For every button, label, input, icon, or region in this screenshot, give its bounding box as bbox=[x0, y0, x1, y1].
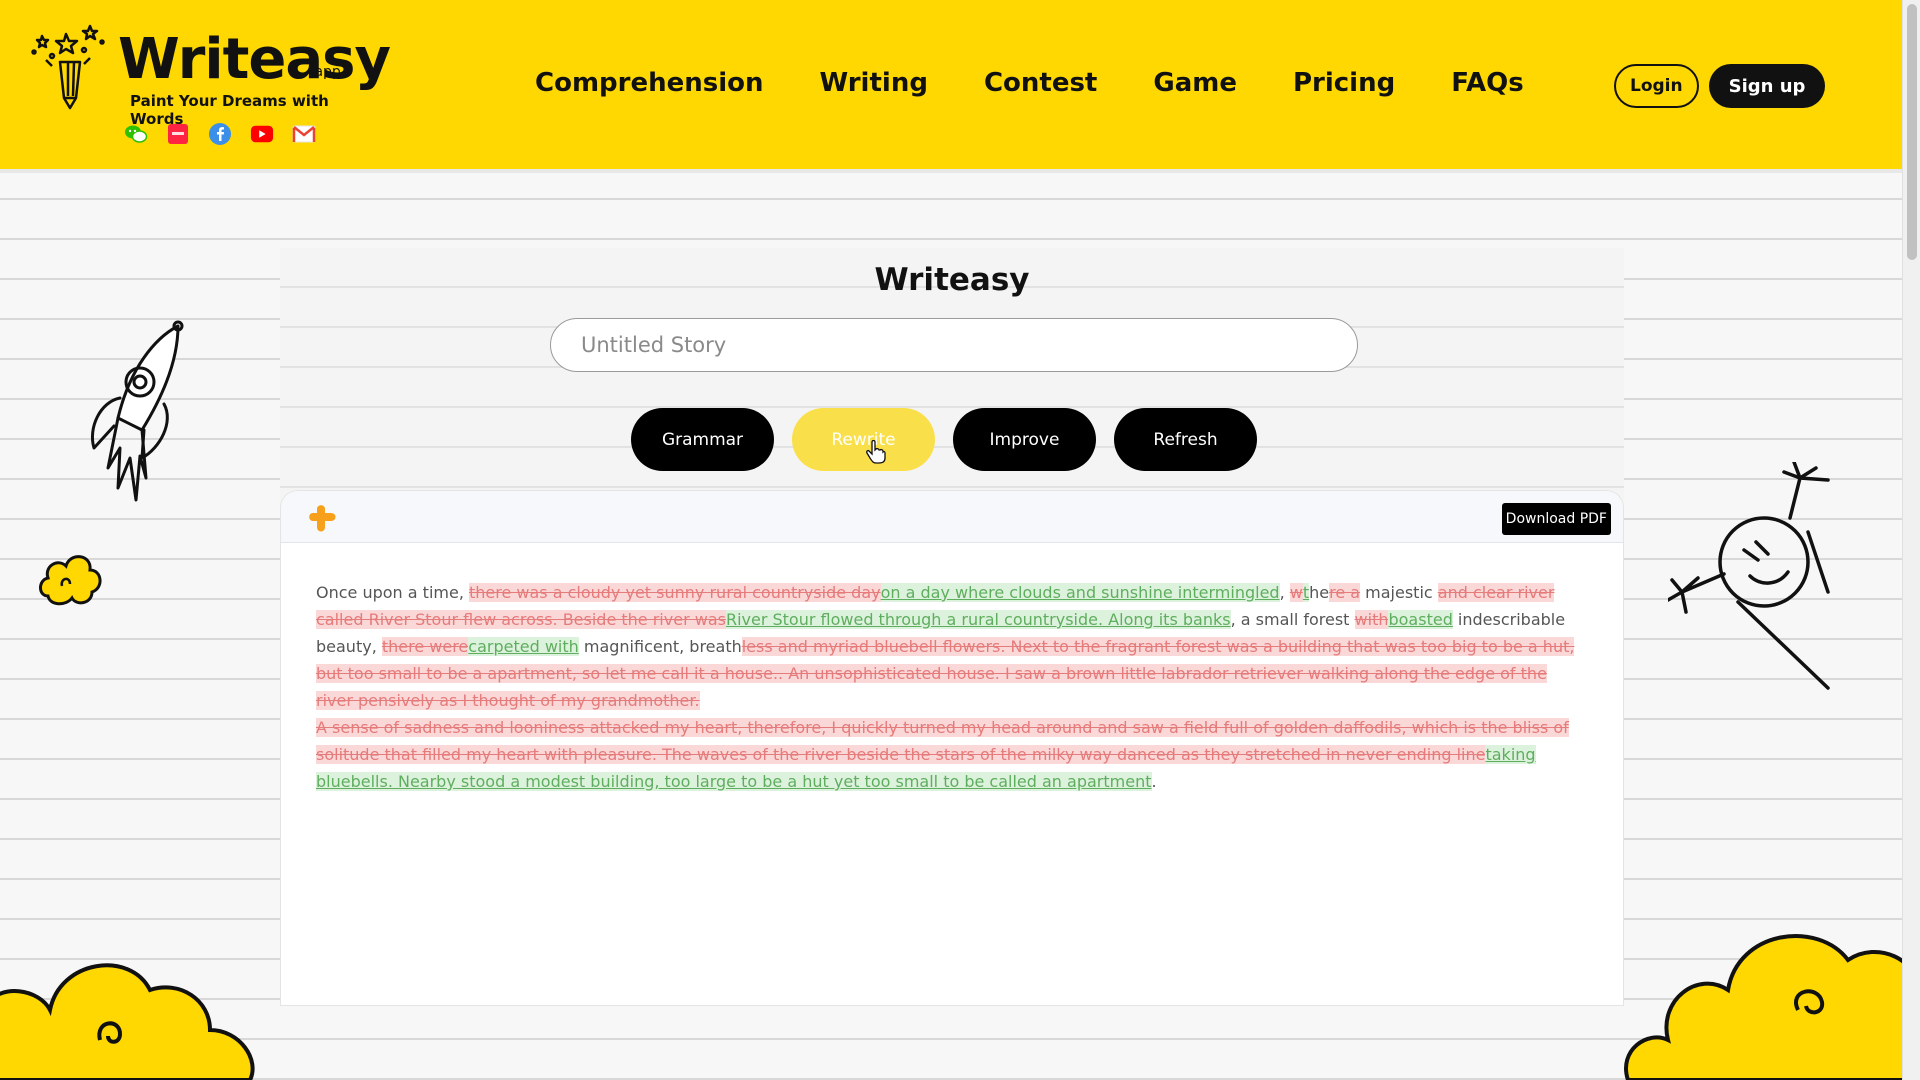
page-scrollbar[interactable] bbox=[1902, 0, 1920, 1080]
bottom-right-cloud-icon bbox=[1624, 934, 1918, 1080]
pencil-stars-logo-icon bbox=[31, 24, 105, 110]
logo[interactable]: Writeasy .app Paint Your Dreams with Wor… bbox=[22, 22, 391, 152]
story-title-input[interactable] bbox=[550, 318, 1358, 372]
bottom-left-cloud-icon bbox=[0, 963, 255, 1080]
story-text-segment: he bbox=[1309, 583, 1330, 602]
story-text-segment: Once upon a time, bbox=[316, 583, 469, 602]
wechat-icon[interactable] bbox=[124, 122, 148, 146]
refresh-button[interactable]: Refresh bbox=[1114, 408, 1257, 471]
hand-cursor-icon bbox=[866, 440, 886, 464]
action-buttons: Grammar Rewrite Improve Refresh bbox=[631, 408, 1257, 471]
stick-figure-doodle-icon bbox=[1668, 462, 1830, 690]
gmail-icon[interactable] bbox=[292, 122, 316, 146]
youtube-icon[interactable] bbox=[250, 122, 274, 146]
deleted-text: A sense of sadness and looniness attacke… bbox=[316, 718, 1569, 764]
main-nav: Comprehension Writing Contest Game Prici… bbox=[535, 68, 1524, 98]
nav-faqs[interactable]: FAQs bbox=[1451, 68, 1523, 98]
story-text-segment: , bbox=[1279, 583, 1290, 602]
nav-contest[interactable]: Contest bbox=[984, 68, 1097, 98]
auth-buttons: Login Sign up bbox=[1614, 64, 1826, 108]
improve-button[interactable]: Improve bbox=[953, 408, 1096, 471]
deleted-text: with bbox=[1354, 610, 1389, 629]
xiaohongshu-icon[interactable] bbox=[166, 122, 190, 146]
inserted-text: on a day where clouds and sunshine inter… bbox=[880, 583, 1280, 602]
download-pdf-button[interactable]: Download PDF bbox=[1501, 503, 1611, 535]
story-text[interactable]: Once upon a time, there was a cloudy yet… bbox=[281, 543, 1623, 795]
nav-game[interactable]: Game bbox=[1153, 68, 1237, 98]
cloud-doodle-icon bbox=[39, 555, 102, 606]
social-links bbox=[124, 122, 316, 146]
story-text-segment: . bbox=[1151, 772, 1157, 791]
deleted-text: there were bbox=[381, 637, 469, 656]
signup-button[interactable]: Sign up bbox=[1708, 64, 1826, 108]
editor-toolbar: Download PDF bbox=[281, 491, 1623, 543]
brand-suffix: .app bbox=[310, 64, 341, 80]
login-button[interactable]: Login bbox=[1614, 64, 1699, 108]
story-editor[interactable]: Download PDF Once upon a time, there was… bbox=[280, 490, 1624, 1006]
story-text-segment: magnificent, breath bbox=[578, 637, 742, 656]
rewrite-button[interactable]: Rewrite bbox=[792, 408, 935, 471]
story-text-segment: , a small forest bbox=[1230, 610, 1355, 629]
editor-panel: Writeasy Grammar Rewrite Improve Refresh… bbox=[280, 248, 1624, 1006]
grammar-button[interactable]: Grammar bbox=[631, 408, 774, 471]
page-title: Writeasy bbox=[874, 262, 1030, 298]
nav-writing[interactable]: Writing bbox=[820, 68, 928, 98]
nav-pricing[interactable]: Pricing bbox=[1293, 68, 1395, 98]
inserted-text: boasted bbox=[1388, 610, 1453, 629]
site-header: Writeasy .app Paint Your Dreams with Wor… bbox=[0, 0, 1902, 173]
deleted-text: re a bbox=[1329, 583, 1361, 602]
inserted-text: River Stour flowed through a rural count… bbox=[725, 610, 1231, 629]
scrollbar-thumb[interactable] bbox=[1907, 4, 1917, 260]
brand-name: Writeasy bbox=[118, 27, 391, 92]
facebook-icon[interactable] bbox=[208, 122, 232, 146]
inserted-text: carpeted with bbox=[468, 637, 579, 656]
nav-comprehension[interactable]: Comprehension bbox=[535, 68, 764, 98]
rocket-doodle-icon bbox=[91, 320, 184, 502]
deleted-text: w bbox=[1289, 583, 1303, 602]
puzzle-piece-icon[interactable] bbox=[307, 503, 341, 537]
deleted-text: there was a cloudy yet sunny rural count… bbox=[468, 583, 881, 602]
story-text-segment: majestic bbox=[1360, 583, 1438, 602]
